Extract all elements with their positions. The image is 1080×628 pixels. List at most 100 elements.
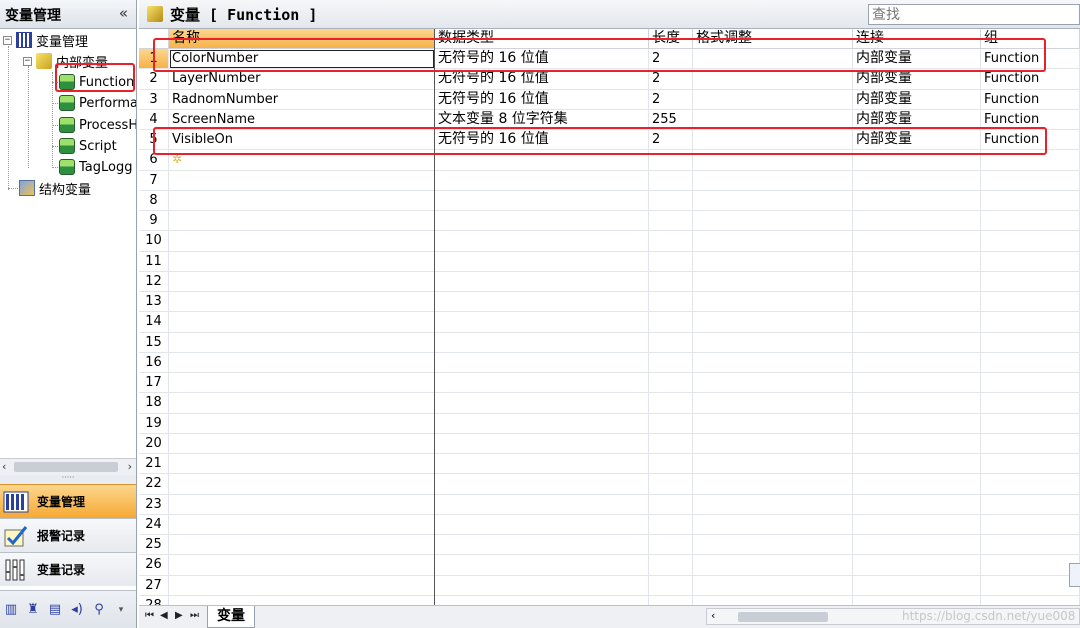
table-row-empty[interactable]: 20: [139, 433, 1080, 454]
dropdown-icon[interactable]: ▾: [113, 602, 129, 618]
cell-name[interactable]: RadnomNumber: [169, 89, 435, 110]
table-row-empty[interactable]: 10: [139, 231, 1080, 252]
cell-name[interactable]: [169, 312, 435, 333]
cell-format[interactable]: [693, 454, 853, 475]
cell-format[interactable]: [693, 595, 853, 605]
cell-name[interactable]: [169, 170, 435, 191]
cell-name[interactable]: [169, 595, 435, 605]
row-number[interactable]: 15: [139, 332, 169, 353]
table-row-empty[interactable]: 27: [139, 575, 1080, 596]
cell-data-type[interactable]: [435, 332, 649, 353]
cell-group[interactable]: [981, 433, 1080, 454]
table-row-empty[interactable]: 14: [139, 312, 1080, 333]
cell-name[interactable]: LayerNumber: [169, 69, 435, 90]
cell-group[interactable]: [981, 454, 1080, 475]
cell-length[interactable]: [649, 190, 693, 211]
cell-data-type[interactable]: [435, 393, 649, 414]
cell-data-type[interactable]: 无符号的 16 位值: [435, 89, 649, 110]
cell-format[interactable]: [693, 231, 853, 252]
table-row-empty[interactable]: 28: [139, 595, 1080, 605]
cell-length[interactable]: [649, 595, 693, 605]
row-number[interactable]: 13: [139, 292, 169, 313]
cell-group[interactable]: [981, 555, 1080, 576]
user-icon[interactable]: ♜: [25, 602, 41, 618]
cell-connection[interactable]: 内部变量: [853, 109, 981, 130]
cell-format[interactable]: [693, 150, 853, 171]
cell-name[interactable]: [169, 413, 435, 434]
row-number[interactable]: 9: [139, 211, 169, 232]
cell-data-type[interactable]: [435, 555, 649, 576]
cell-format[interactable]: [693, 352, 853, 373]
tree-item-taglogging[interactable]: TagLogg: [59, 157, 132, 177]
cell-format[interactable]: [693, 373, 853, 394]
cell-group[interactable]: [981, 494, 1080, 515]
cell-name[interactable]: [169, 231, 435, 252]
cell-name[interactable]: [169, 555, 435, 576]
nav-button-tag-management[interactable]: 变量管理: [0, 484, 136, 518]
cell-name[interactable]: [169, 514, 435, 535]
cell-format[interactable]: [693, 49, 853, 70]
table-row-empty[interactable]: 7: [139, 170, 1080, 191]
cell-connection[interactable]: [853, 332, 981, 353]
cell-format[interactable]: [693, 535, 853, 556]
cell-length[interactable]: [649, 231, 693, 252]
cell-group[interactable]: [981, 271, 1080, 292]
table-row[interactable]: 1 ColorNumber 无符号的 16 位值 2 内部变量 Function: [139, 49, 1080, 70]
cell-length[interactable]: [649, 170, 693, 191]
row-number[interactable]: 4: [139, 109, 169, 130]
cell-name[interactable]: [169, 373, 435, 394]
text-icon[interactable]: ▤: [47, 602, 63, 618]
row-number[interactable]: 14: [139, 312, 169, 333]
cell-group[interactable]: [981, 150, 1080, 171]
cell-connection[interactable]: [853, 312, 981, 333]
cell-length[interactable]: [649, 373, 693, 394]
cell-length[interactable]: [649, 292, 693, 313]
row-number[interactable]: 25: [139, 535, 169, 556]
cell-format[interactable]: [693, 130, 853, 151]
cell-data-type[interactable]: [435, 595, 649, 605]
cell-length[interactable]: [649, 575, 693, 596]
cell-connection[interactable]: [853, 413, 981, 434]
tree-item-root[interactable]: − 变量管理: [3, 30, 88, 50]
cell-group[interactable]: Function: [981, 89, 1080, 110]
collapse-panel-icon[interactable]: «: [119, 4, 128, 22]
cell-format[interactable]: [693, 292, 853, 313]
column-header-data-type[interactable]: 数据类型: [435, 29, 649, 49]
cell-name[interactable]: [169, 454, 435, 475]
scroll-thumb[interactable]: [14, 462, 118, 472]
table-row[interactable]: 4 ScreenName 文本变量 8 位字符集 255 内部变量 Function: [139, 109, 1080, 130]
column-header-length[interactable]: 长度: [649, 29, 693, 49]
cell-data-type[interactable]: 无符号的 16 位值: [435, 130, 649, 151]
cell-length[interactable]: [649, 514, 693, 535]
table-row-empty[interactable]: 11: [139, 251, 1080, 272]
tree-item-function[interactable]: Function: [59, 72, 134, 92]
table-row-empty[interactable]: 26: [139, 555, 1080, 576]
cell-name[interactable]: [169, 332, 435, 353]
cell-length[interactable]: 2: [649, 130, 693, 151]
cell-name[interactable]: [169, 211, 435, 232]
cell-length[interactable]: 2: [649, 69, 693, 90]
first-page-icon[interactable]: ⏮: [145, 610, 154, 621]
cell-length[interactable]: [649, 393, 693, 414]
cell-data-type[interactable]: 无符号的 16 位值: [435, 49, 649, 70]
row-number[interactable]: 21: [139, 454, 169, 475]
cell-group[interactable]: [981, 413, 1080, 434]
cell-connection[interactable]: [853, 373, 981, 394]
cell-connection[interactable]: [853, 271, 981, 292]
cell-group[interactable]: Function: [981, 49, 1080, 70]
collapse-toggle-icon[interactable]: −: [3, 35, 12, 45]
row-number[interactable]: 6: [139, 150, 169, 171]
cell-name[interactable]: [169, 535, 435, 556]
row-number[interactable]: 19: [139, 413, 169, 434]
cell-group[interactable]: [981, 231, 1080, 252]
column-header-group[interactable]: 组: [981, 29, 1080, 49]
cell-connection[interactable]: 内部变量: [853, 130, 981, 151]
nav-button-tag-logging[interactable]: 变量记录: [0, 552, 136, 586]
row-number[interactable]: 20: [139, 433, 169, 454]
cell-length[interactable]: 2: [649, 49, 693, 70]
cell-name[interactable]: [169, 575, 435, 596]
cell-group[interactable]: [981, 514, 1080, 535]
cell-connection[interactable]: [853, 575, 981, 596]
row-number[interactable]: 24: [139, 514, 169, 535]
cell-connection[interactable]: 内部变量: [853, 49, 981, 70]
